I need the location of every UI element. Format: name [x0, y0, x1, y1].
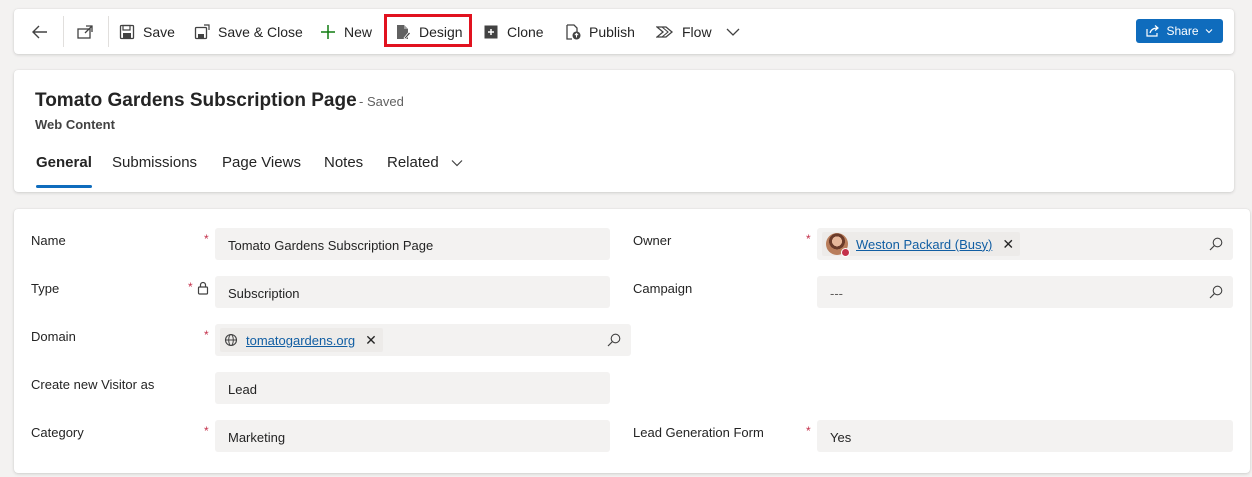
- owner-link[interactable]: Weston Packard (Busy): [856, 237, 992, 252]
- publish-button[interactable]: Publish: [565, 9, 635, 54]
- save-and-close-label: Save & Close: [218, 23, 303, 40]
- visitor-value: Lead: [228, 381, 257, 397]
- remove-owner-button[interactable]: ✕: [1002, 236, 1014, 253]
- share-button[interactable]: Share: [1136, 19, 1223, 43]
- domain-lookup-tag: tomatogardens.org ✕: [220, 328, 383, 352]
- required-indicator: *: [204, 424, 209, 438]
- chevron-down-icon: [1205, 29, 1212, 34]
- publish-label: Publish: [589, 23, 635, 40]
- record-header: Tomato Gardens Subscription Page - Saved…: [14, 70, 1234, 192]
- owner-lookup-field[interactable]: Weston Packard (Busy) ✕: [817, 228, 1233, 260]
- required-indicator: *: [806, 232, 811, 246]
- search-icon[interactable]: [1209, 285, 1223, 299]
- name-value: Tomato Gardens Subscription Page: [228, 237, 434, 253]
- lead-generation-form-field[interactable]: Yes: [817, 420, 1233, 452]
- name-field[interactable]: Tomato Gardens Subscription Page: [215, 228, 610, 260]
- flow-button[interactable]: Flow: [656, 9, 740, 54]
- flow-icon: [656, 25, 674, 38]
- category-label: Category: [31, 425, 84, 440]
- entity-name: Web Content: [35, 117, 115, 132]
- required-indicator: *: [188, 280, 193, 294]
- campaign-label: Campaign: [633, 281, 693, 296]
- remove-domain-button[interactable]: ✕: [365, 332, 377, 349]
- type-field[interactable]: Subscription: [215, 276, 610, 308]
- lead-generation-value: Yes: [830, 429, 852, 445]
- category-field[interactable]: Marketing: [215, 420, 610, 452]
- general-form-section: Name * Tomato Gardens Subscription Page …: [14, 209, 1250, 473]
- divider: [63, 16, 64, 47]
- tab-general[interactable]: General: [36, 154, 92, 188]
- campaign-placeholder: ---: [830, 285, 843, 301]
- lead-generation-form-label: Lead Generation Form: [633, 425, 764, 440]
- add-icon: [321, 24, 335, 39]
- tab-related-label: Related: [387, 154, 439, 171]
- type-value: Subscription: [228, 285, 300, 301]
- search-icon[interactable]: [1209, 237, 1223, 251]
- required-indicator: *: [204, 328, 209, 342]
- clone-icon: [484, 25, 498, 38]
- design-label: Design: [419, 23, 463, 40]
- save-icon: [119, 24, 135, 39]
- tab-related[interactable]: Related: [387, 154, 463, 188]
- share-icon: [1146, 25, 1160, 37]
- save-button[interactable]: Save: [119, 9, 175, 54]
- required-indicator: *: [806, 424, 811, 438]
- command-bar: Save Save & Close New Design Clone Publi…: [14, 9, 1234, 54]
- search-icon[interactable]: [607, 333, 621, 347]
- design-button[interactable]: Design: [395, 9, 463, 54]
- flow-label: Flow: [682, 23, 712, 40]
- owner-label: Owner: [633, 233, 672, 248]
- chevron-down-icon: [451, 160, 463, 167]
- back-arrow-icon: [32, 25, 47, 38]
- visitor-label: Create new Visitor as: [31, 377, 155, 392]
- create-visitor-as-field[interactable]: Lead: [215, 372, 610, 404]
- domain-lookup-field[interactable]: tomatogardens.org ✕: [215, 324, 631, 356]
- tab-notes[interactable]: Notes: [324, 154, 363, 188]
- domain-label: Domain: [31, 329, 76, 344]
- save-and-close-icon: [194, 23, 210, 39]
- clone-label: Clone: [507, 23, 544, 40]
- share-label: Share: [1166, 24, 1199, 38]
- publish-icon: [566, 23, 581, 40]
- chevron-down-icon: [726, 28, 740, 36]
- open-in-new-window-button[interactable]: [76, 9, 94, 54]
- record-title: Tomato Gardens Subscription Page: [35, 90, 357, 111]
- save-status: - Saved: [359, 94, 404, 109]
- save-label: Save: [143, 23, 175, 40]
- tab-page-views[interactable]: Page Views: [222, 154, 301, 188]
- lock-icon: [197, 281, 209, 295]
- type-label: Type: [31, 281, 60, 296]
- domain-link[interactable]: tomatogardens.org: [246, 333, 355, 348]
- campaign-lookup-field[interactable]: ---: [817, 276, 1233, 308]
- divider: [108, 16, 109, 47]
- required-indicator: *: [204, 232, 209, 246]
- globe-icon: [224, 333, 238, 347]
- clone-button[interactable]: Clone: [483, 9, 544, 54]
- save-and-close-button[interactable]: Save & Close: [194, 9, 303, 54]
- owner-lookup-tag: Weston Packard (Busy) ✕: [822, 232, 1021, 257]
- new-button[interactable]: New: [320, 9, 372, 54]
- back-button[interactable]: [31, 9, 49, 54]
- busy-presence-icon: [841, 248, 850, 257]
- new-label: New: [344, 23, 373, 40]
- tab-submissions[interactable]: Submissions: [112, 154, 197, 188]
- avatar: [826, 233, 850, 257]
- design-document-icon: [397, 24, 411, 40]
- name-label: Name: [31, 233, 66, 248]
- popout-icon: [77, 24, 93, 39]
- category-value: Marketing: [228, 429, 286, 445]
